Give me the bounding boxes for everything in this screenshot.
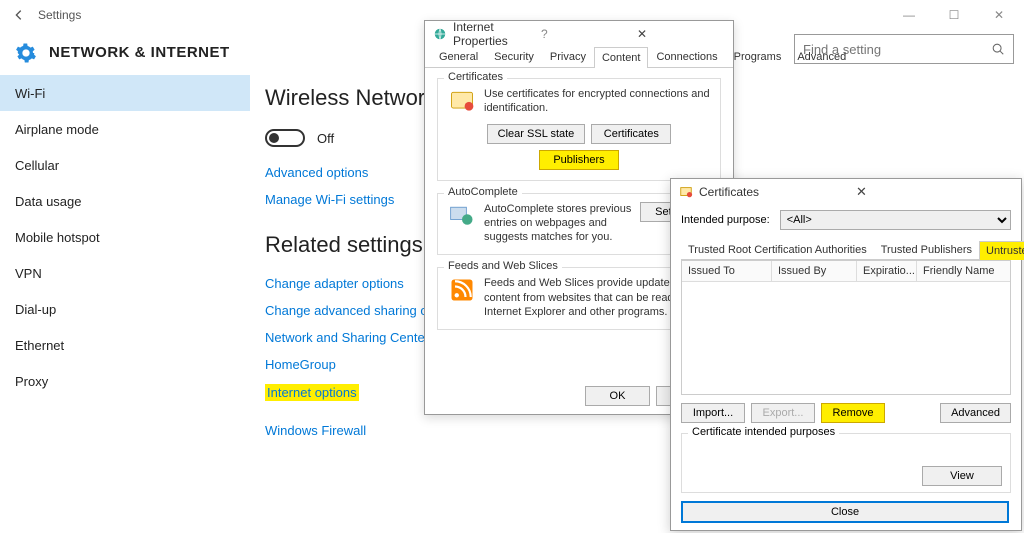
certificate-icon: [679, 185, 693, 199]
cert-purposes-legend: Certificate intended purposes: [688, 426, 839, 438]
cert-tab-untrusted-publishers[interactable]: Untrusted Publishers: [979, 241, 1024, 260]
search-icon: [991, 42, 1005, 56]
sidebar-item-airplane[interactable]: Airplane mode: [0, 111, 250, 147]
ip-tab-security[interactable]: Security: [486, 46, 542, 67]
autocomplete-legend: AutoComplete: [444, 186, 522, 198]
col-friendly-name[interactable]: Friendly Name: [917, 261, 1010, 281]
ip-tab-connections[interactable]: Connections: [648, 46, 725, 67]
close-button[interactable]: ✕: [984, 8, 1014, 22]
window-controls: — ☐ ✕: [894, 8, 1014, 22]
ip-tab-programs[interactable]: Programs: [726, 46, 790, 67]
publishers-button[interactable]: Publishers: [539, 150, 619, 170]
link-internet-options[interactable]: Internet options: [265, 384, 359, 401]
clear-ssl-button[interactable]: Clear SSL state: [487, 124, 586, 144]
cert-purposes-fieldset: Certificate intended purposes View: [681, 433, 1011, 493]
ip-titlebar[interactable]: Internet Properties ? ✕: [425, 21, 733, 46]
import-button[interactable]: Import...: [681, 403, 745, 423]
certificates-button[interactable]: Certificates: [591, 124, 671, 144]
col-expiration[interactable]: Expiratio...: [857, 261, 917, 281]
sidebar-item-cellular[interactable]: Cellular: [0, 147, 250, 183]
cert-list-header: Issued To Issued By Expiratio... Friendl…: [682, 261, 1010, 282]
cert-tab-trusted-root[interactable]: Trusted Root Certification Authorities: [681, 240, 874, 259]
maximize-button[interactable]: ☐: [939, 8, 969, 22]
cert-tabs: Trusted Root Certification Authorities T…: [681, 240, 1011, 260]
ip-tabs: General Security Privacy Content Connect…: [425, 46, 733, 68]
intended-purpose-row: Intended purpose: <All>: [681, 210, 1011, 230]
col-issued-to[interactable]: Issued To: [682, 261, 772, 281]
certs-legend: Certificates: [444, 71, 507, 83]
ip-help-button[interactable]: ?: [541, 27, 629, 41]
ip-title-text: Internet Properties: [453, 20, 541, 48]
purpose-select[interactable]: <All>: [780, 210, 1011, 230]
ip-tab-content[interactable]: Content: [594, 47, 649, 68]
view-button[interactable]: View: [922, 466, 1002, 486]
certificate-icon: [448, 87, 476, 115]
ip-close-button[interactable]: ✕: [637, 27, 725, 41]
sidebar-item-dialup[interactable]: Dial-up: [0, 291, 250, 327]
ip-tab-privacy[interactable]: Privacy: [542, 46, 594, 67]
sidebar-item-proxy[interactable]: Proxy: [0, 363, 250, 399]
ip-ok-button[interactable]: OK: [585, 386, 650, 406]
ip-tab-advanced[interactable]: Advanced: [789, 46, 854, 67]
autocomplete-icon: [448, 202, 476, 230]
wifi-toggle[interactable]: [265, 129, 305, 147]
sidebar-item-ethernet[interactable]: Ethernet: [0, 327, 250, 363]
sidebar: Wi-Fi Airplane mode Cellular Data usage …: [0, 75, 250, 533]
certificates-dialog: Certificates ✕ Intended purpose: <All> T…: [670, 178, 1022, 531]
ip-tab-general[interactable]: General: [431, 46, 486, 67]
sidebar-item-wifi[interactable]: Wi-Fi: [0, 75, 250, 111]
certs-description: Use certificates for encrypted connectio…: [484, 87, 710, 116]
autocomplete-description: AutoComplete stores previous entries on …: [484, 202, 632, 245]
cert-close-button[interactable]: ✕: [856, 184, 1013, 200]
toggle-state-label: Off: [317, 131, 334, 146]
minimize-button[interactable]: —: [894, 8, 924, 22]
sidebar-item-data-usage[interactable]: Data usage: [0, 183, 250, 219]
gear-icon: [15, 42, 37, 64]
feeds-icon: [448, 276, 476, 304]
cert-list[interactable]: Issued To Issued By Expiratio... Friendl…: [681, 260, 1011, 395]
feeds-legend: Feeds and Web Slices: [444, 260, 562, 272]
sidebar-item-hotspot[interactable]: Mobile hotspot: [0, 219, 250, 255]
export-button[interactable]: Export...: [751, 403, 815, 423]
page-title: NETWORK & INTERNET: [49, 44, 230, 61]
remove-button[interactable]: Remove: [821, 403, 885, 423]
advanced-button[interactable]: Advanced: [940, 403, 1011, 423]
col-issued-by[interactable]: Issued By: [772, 261, 857, 281]
purpose-label: Intended purpose:: [681, 214, 770, 226]
cert-action-buttons: Import... Export... Remove Advanced: [681, 403, 1011, 423]
sidebar-item-vpn[interactable]: VPN: [0, 255, 250, 291]
cert-titlebar[interactable]: Certificates ✕: [671, 179, 1021, 204]
certificates-fieldset: Certificates Use certificates for encryp…: [437, 78, 721, 181]
globe-icon: [433, 27, 447, 41]
cert-close-footer-button[interactable]: Close: [681, 501, 1009, 523]
cert-title-text: Certificates: [699, 185, 856, 199]
cert-tab-trusted-publishers[interactable]: Trusted Publishers: [874, 240, 979, 259]
back-button[interactable]: [10, 6, 28, 24]
